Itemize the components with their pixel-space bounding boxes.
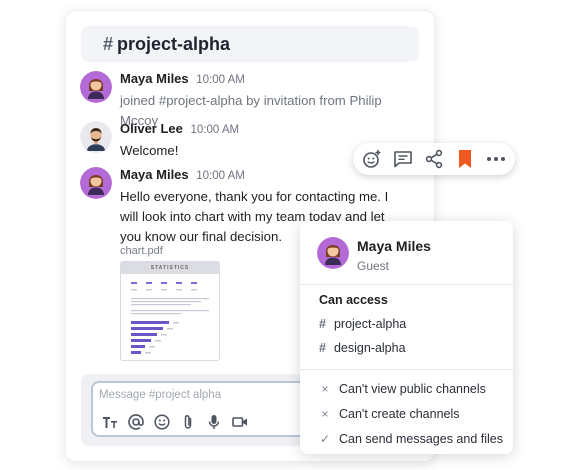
thumbnail-title: STATISTICS bbox=[121, 262, 219, 274]
channel-title: project-alpha bbox=[117, 33, 231, 54]
avatar bbox=[317, 237, 349, 269]
cross-icon: × bbox=[321, 382, 329, 396]
access-channel-item[interactable]: # design-alpha bbox=[319, 341, 406, 355]
access-title: Can access bbox=[319, 293, 388, 307]
profile-name: Maya Miles bbox=[357, 238, 431, 254]
reply-thread-icon[interactable] bbox=[390, 146, 416, 172]
cross-icon: × bbox=[321, 407, 329, 421]
message-author[interactable]: Oliver Lee bbox=[120, 121, 183, 136]
message-time: 10:00 AM bbox=[196, 74, 245, 86]
avatar[interactable] bbox=[80, 167, 112, 199]
message-time: 10:00 AM bbox=[190, 124, 240, 136]
hash-icon: # bbox=[319, 341, 326, 355]
permission-text: Can send messages and files bbox=[339, 432, 503, 446]
more-icon[interactable] bbox=[483, 146, 509, 172]
permission-item: × Can't create channels bbox=[319, 407, 460, 421]
microphone-icon[interactable] bbox=[205, 413, 223, 431]
permission-item: ✓ Can send messages and files bbox=[319, 432, 503, 446]
emoji-icon[interactable] bbox=[153, 413, 171, 431]
text-format-icon[interactable] bbox=[101, 413, 119, 431]
thumbnail-preview bbox=[131, 282, 209, 354]
avatar[interactable] bbox=[80, 71, 112, 103]
message-input-placeholder: Message #project alpha bbox=[99, 389, 222, 401]
attach-icon[interactable] bbox=[179, 413, 197, 431]
add-reaction-icon[interactable] bbox=[359, 146, 385, 172]
mention-icon[interactable] bbox=[127, 413, 145, 431]
message-author[interactable]: Maya Miles bbox=[120, 167, 189, 182]
check-icon: ✓ bbox=[319, 432, 331, 446]
message-time: 10:00 AM bbox=[196, 170, 245, 182]
permission-item: × Can't view public channels bbox=[319, 382, 486, 396]
message-actions-bar bbox=[353, 143, 515, 175]
hash-icon: # bbox=[319, 317, 326, 331]
permission-text: Can't create channels bbox=[339, 407, 460, 421]
divider bbox=[300, 284, 513, 285]
attachment-thumbnail[interactable]: STATISTICS bbox=[120, 261, 220, 361]
composer-toolbar bbox=[101, 413, 249, 431]
access-channel-label: project-alpha bbox=[333, 317, 407, 331]
bookmark-icon[interactable] bbox=[452, 146, 478, 172]
attachment-filename[interactable]: chart.pdf bbox=[120, 245, 163, 257]
video-icon[interactable] bbox=[231, 413, 249, 431]
access-channel-item[interactable]: # project-alpha bbox=[319, 317, 406, 331]
share-icon[interactable] bbox=[421, 146, 447, 172]
message-author[interactable]: Maya Miles bbox=[120, 71, 189, 86]
permission-text: Can't view public channels bbox=[339, 382, 486, 396]
profile-role: Guest bbox=[357, 259, 390, 273]
channel-header: # project-alpha bbox=[81, 26, 419, 62]
access-channel-label: design-alpha bbox=[333, 341, 406, 355]
avatar[interactable] bbox=[80, 121, 112, 153]
user-profile-popover: Maya Miles Guest Can access # project-alp… bbox=[300, 221, 513, 454]
hash-icon: # bbox=[103, 33, 114, 54]
divider bbox=[300, 369, 513, 370]
message-item: Maya Miles 10:00 AM joined #project-alph… bbox=[80, 71, 420, 128]
